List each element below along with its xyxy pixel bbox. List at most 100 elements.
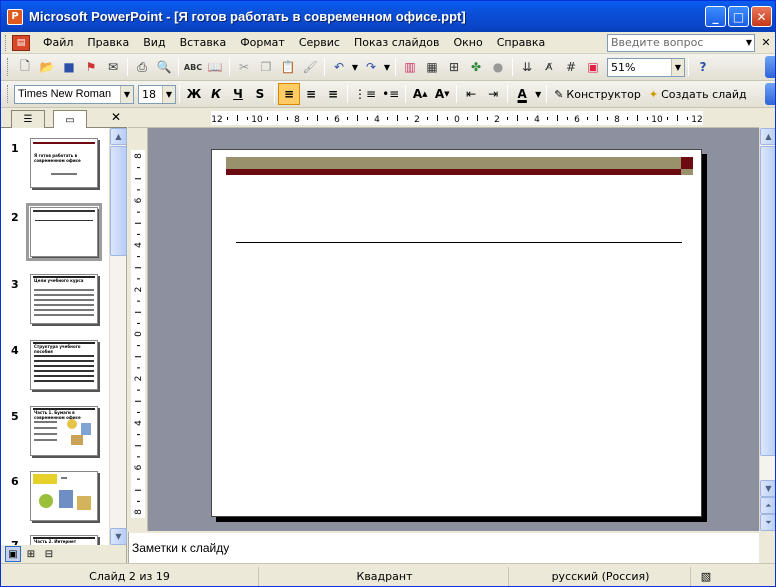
print-icon[interactable]: ⎙ [131, 56, 153, 78]
toolbar-options-icon[interactable] [765, 83, 775, 105]
permission-icon[interactable]: ⚑ [80, 56, 102, 78]
research-icon[interactable]: 📖 [204, 56, 226, 78]
increase-indent-icon[interactable]: ⇥ [482, 83, 504, 105]
pane-close-icon[interactable]: ✕ [111, 110, 121, 124]
tables-borders-icon[interactable]: ⊞ [443, 56, 465, 78]
thumbnails-scrollbar[interactable]: ▲ ▼ [109, 128, 127, 545]
chevron-down-icon[interactable]: ▼ [743, 35, 755, 51]
slide-sorter-icon[interactable]: ⊞ [23, 546, 39, 562]
thumbnail-row[interactable]: 5 Часть 1. Бумаги в современном офисе [1, 406, 109, 462]
slide-thumbnail-selected[interactable] [26, 203, 102, 261]
toolbar-options-icon[interactable] [765, 56, 775, 78]
slide-thumbnail[interactable]: Часть 1. Бумаги в современном офисе [30, 406, 98, 456]
format-painter-icon[interactable]: 🖌 [299, 56, 321, 78]
undo-icon[interactable]: ↶ [328, 56, 350, 78]
menu-edit[interactable]: Правка [80, 33, 136, 53]
open-icon[interactable]: 📂 [36, 56, 58, 78]
scroll-thumb[interactable] [760, 146, 775, 456]
title-bar[interactable]: P Microsoft PowerPoint - [Я готов работа… [1, 1, 775, 32]
expand-all-icon[interactable]: ⇊ [516, 56, 538, 78]
designer-button[interactable]: ✎ Конструктор [550, 83, 645, 105]
powerpoint-app-icon[interactable]: P [7, 8, 23, 25]
minimize-button[interactable]: _ [705, 6, 726, 27]
previous-slide-icon[interactable]: ⏶ [760, 497, 775, 514]
decrease-font-icon[interactable]: A ▼ [431, 83, 453, 105]
underline-button[interactable]: Ч [227, 83, 249, 105]
spelling-status-icon[interactable]: ▧ [693, 567, 719, 586]
copy-icon[interactable]: ❐ [255, 56, 277, 78]
new-slide-button[interactable]: ✦ Создать слайд [645, 83, 751, 105]
tab-slides[interactable]: ▭ [53, 110, 87, 129]
hyperlink-icon[interactable]: ● [487, 56, 509, 78]
status-design[interactable]: Квадрант [261, 567, 509, 586]
bold-button[interactable]: Ж [183, 83, 205, 105]
thumbnail-row[interactable]: 4 Структура учебного пособия [1, 340, 109, 396]
font-size-combo[interactable]: 18 ▼ [138, 84, 176, 104]
menu-file[interactable]: Файл [36, 33, 80, 53]
chevron-down-icon[interactable]: ▼ [533, 83, 543, 105]
italic-button[interactable]: К [205, 83, 227, 105]
thumbnail-row[interactable]: 3 Цели учебного курса [1, 274, 109, 330]
align-center-icon[interactable]: ≡ [300, 83, 322, 105]
cut-icon[interactable]: ✂ [233, 56, 255, 78]
thumbnail-row[interactable]: 1 Я готов работать в современном офисе [1, 138, 109, 194]
menu-format[interactable]: Формат [233, 33, 292, 53]
document-close-icon[interactable]: ✕ [759, 35, 773, 51]
slide-editor[interactable] [148, 128, 759, 531]
new-icon[interactable]: 🗋 [14, 56, 36, 78]
menu-window[interactable]: Окно [447, 33, 490, 53]
insert-chart-icon[interactable]: ▥ [399, 56, 421, 78]
next-slide-icon[interactable]: ⏷ [760, 514, 775, 531]
close-button[interactable]: ✕ [751, 6, 772, 27]
toolbar-grip[interactable] [7, 85, 10, 103]
slide-thumbnail[interactable]: Цели учебного курса [30, 274, 98, 324]
tab-outline[interactable]: ☰ [11, 110, 45, 128]
slide-thumbnail[interactable]: Структура учебного пособия [30, 340, 98, 390]
notes-scrollbar[interactable] [759, 531, 775, 563]
save-icon[interactable]: ■ [58, 56, 80, 78]
slideshow-icon[interactable]: ⊟ [41, 546, 57, 562]
scroll-down-icon[interactable]: ▼ [110, 528, 127, 545]
slide-thumbnail[interactable]: Я готов работать в современном офисе [30, 138, 98, 188]
thumbnail-row[interactable]: 7 Часть 2. Интернет [1, 535, 109, 545]
menu-help[interactable]: Справка [490, 33, 552, 53]
current-slide[interactable] [211, 149, 702, 517]
paste-icon[interactable]: 📋 [277, 56, 299, 78]
font-color-icon[interactable]: A [511, 83, 533, 105]
chevron-down-icon[interactable]: ▼ [120, 85, 133, 103]
chevron-down-icon[interactable]: ▼ [350, 56, 360, 78]
menu-slideshow[interactable]: Показ слайдов [347, 33, 447, 53]
slide-thumbnail[interactable] [30, 471, 98, 521]
spelling-icon[interactable]: ABC [182, 56, 204, 78]
chevron-down-icon[interactable]: ▼ [162, 85, 175, 103]
redo-icon[interactable]: ↷ [360, 56, 382, 78]
chevron-down-icon[interactable]: ▼ [382, 56, 392, 78]
print-preview-icon[interactable]: 🔍 [153, 56, 175, 78]
chevron-down-icon[interactable]: ▼ [671, 58, 684, 76]
bullets-icon[interactable]: •≡ [379, 83, 402, 105]
grid-icon[interactable]: # [560, 56, 582, 78]
insert-table-icon[interactable]: ▦ [421, 56, 443, 78]
menubar-grip[interactable] [5, 34, 8, 51]
align-left-icon[interactable]: ≡ [278, 83, 300, 105]
shadow-button[interactable]: S [249, 83, 271, 105]
slide-thumbnail[interactable]: Часть 2. Интернет [30, 535, 98, 545]
align-right-icon[interactable]: ≡ [322, 83, 344, 105]
menu-view[interactable]: Вид [136, 33, 172, 53]
menu-tools[interactable]: Сервис [292, 33, 347, 53]
color-grayscale-icon[interactable]: ▣ [582, 56, 604, 78]
editor-scrollbar[interactable]: ▲ ▼ ⏶ ⏷ [759, 128, 775, 531]
scroll-down-icon[interactable]: ▼ [760, 480, 775, 497]
toolbar-grip[interactable] [7, 58, 10, 76]
status-language[interactable]: русский (Россия) [511, 567, 691, 586]
scroll-up-icon[interactable]: ▲ [110, 128, 127, 145]
numbering-icon[interactable]: ⋮≡ [351, 83, 379, 105]
notes-pane[interactable]: Заметки к слайду [128, 531, 759, 563]
show-formatting-icon[interactable]: A̸ [538, 56, 560, 78]
document-icon[interactable]: ▤ [12, 34, 30, 51]
scroll-thumb[interactable] [110, 146, 127, 256]
ask-question-input[interactable]: Введите вопрос [607, 34, 755, 52]
zoom-combo[interactable]: 51% ▼ [607, 57, 685, 77]
scroll-up-icon[interactable]: ▲ [760, 128, 775, 145]
decrease-indent-icon[interactable]: ⇤ [460, 83, 482, 105]
